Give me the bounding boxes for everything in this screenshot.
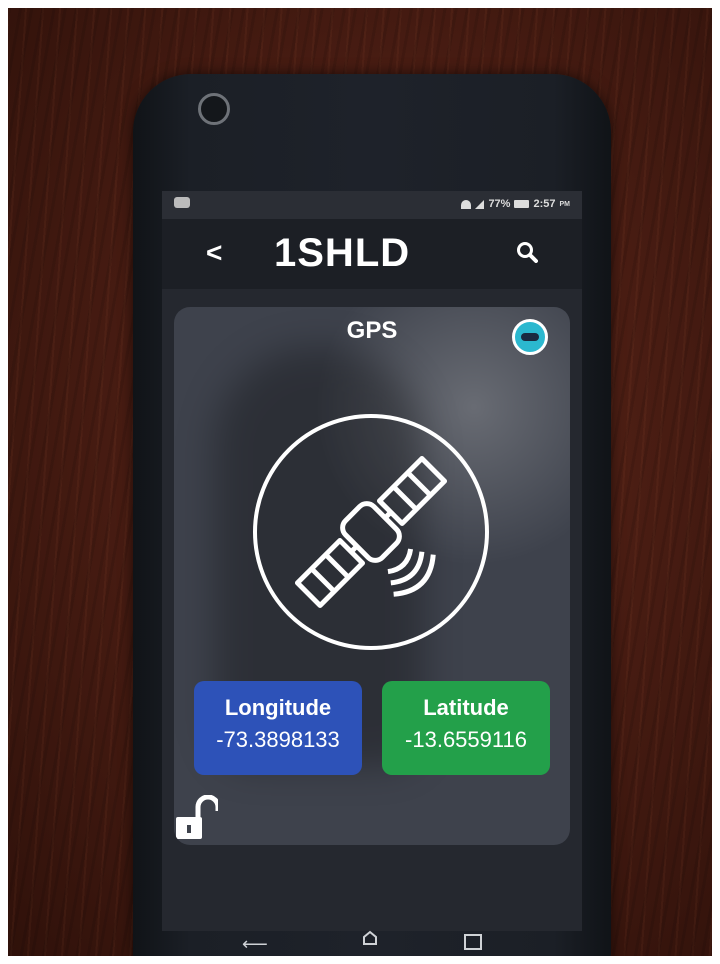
notification-icon <box>174 197 190 208</box>
app-logo: 1SHLD <box>274 231 411 275</box>
longitude-value: -73.3898133 <box>216 727 340 752</box>
photo-background: 77% 2:57 PM < 1SHLD GPS Longitude -73.38… <box>8 8 712 956</box>
latitude-value: -13.6559116 <box>405 727 527 752</box>
app-bar: < 1SHLD <box>162 219 582 289</box>
status-right: 77% 2:57 PM <box>461 198 570 210</box>
clock-suffix: PM <box>559 200 571 208</box>
status-bar: 77% 2:57 PM <box>162 191 582 219</box>
longitude-box: Longitude -73.3898133 <box>194 681 362 775</box>
toggle-icon[interactable] <box>512 319 548 355</box>
battery-icon <box>514 200 530 208</box>
clock: 2:57 <box>533 198 556 210</box>
gps-title: GPS <box>346 317 398 344</box>
gps-card: GPS Longitude -73.3898133 Latitude -13.6… <box>174 307 570 845</box>
wifi-icon <box>461 199 472 209</box>
front-camera <box>198 93 230 125</box>
search-icon[interactable] <box>516 241 538 263</box>
satellite-icon <box>253 414 489 650</box>
nav-home-icon[interactable] <box>362 930 378 946</box>
nav-back-icon[interactable]: ⟵ <box>242 934 268 955</box>
longitude-label: Longitude <box>224 695 332 720</box>
back-icon[interactable]: < <box>206 237 222 269</box>
latitude-label: Latitude <box>423 695 509 720</box>
phone-body: 77% 2:57 PM < 1SHLD GPS Longitude -73.38… <box>133 74 611 956</box>
latitude-box: Latitude -13.6559116 <box>382 681 550 775</box>
battery-percent: 77% <box>488 198 511 210</box>
signal-icon <box>475 199 485 209</box>
nav-recent-icon[interactable] <box>464 934 482 950</box>
nav-bar: ⟵ <box>162 926 582 956</box>
unlock-icon[interactable] <box>174 795 218 843</box>
phone-screen: 77% 2:57 PM < 1SHLD GPS Longitude -73.38… <box>162 191 582 931</box>
